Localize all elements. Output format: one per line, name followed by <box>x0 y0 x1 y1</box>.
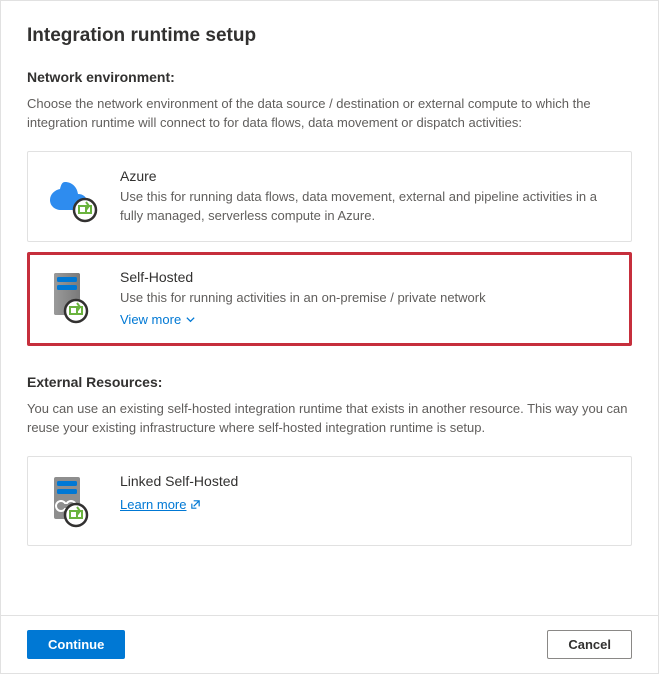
network-heading: Network environment: <box>27 69 632 85</box>
self-hosted-title: Self-Hosted <box>120 269 613 285</box>
continue-button[interactable]: Continue <box>27 630 125 659</box>
view-more-link[interactable]: View more <box>120 312 196 327</box>
option-linked-self-hosted[interactable]: Linked Self-Hosted Learn more <box>27 456 632 546</box>
view-more-label: View more <box>120 312 181 327</box>
external-desc: You can use an existing self-hosted inte… <box>27 400 632 438</box>
external-link-icon <box>190 499 201 510</box>
server-icon <box>46 269 102 325</box>
option-self-hosted[interactable]: Self-Hosted Use this for running activit… <box>27 252 632 346</box>
external-heading: External Resources: <box>27 374 632 390</box>
footer: Continue Cancel <box>1 615 658 673</box>
learn-more-label: Learn more <box>120 497 186 512</box>
page-title: Integration runtime setup <box>27 25 632 47</box>
linked-server-icon <box>46 473 102 529</box>
self-hosted-desc: Use this for running activities in an on… <box>120 289 613 308</box>
azure-title: Azure <box>120 168 613 184</box>
azure-cloud-icon <box>46 168 102 224</box>
option-azure[interactable]: Azure Use this for running data flows, d… <box>27 151 632 243</box>
linked-title: Linked Self-Hosted <box>120 473 613 489</box>
learn-more-link[interactable]: Learn more <box>120 497 201 512</box>
cancel-button[interactable]: Cancel <box>547 630 632 659</box>
network-desc: Choose the network environment of the da… <box>27 95 632 133</box>
azure-desc: Use this for running data flows, data mo… <box>120 188 613 226</box>
chevron-down-icon <box>185 314 196 325</box>
